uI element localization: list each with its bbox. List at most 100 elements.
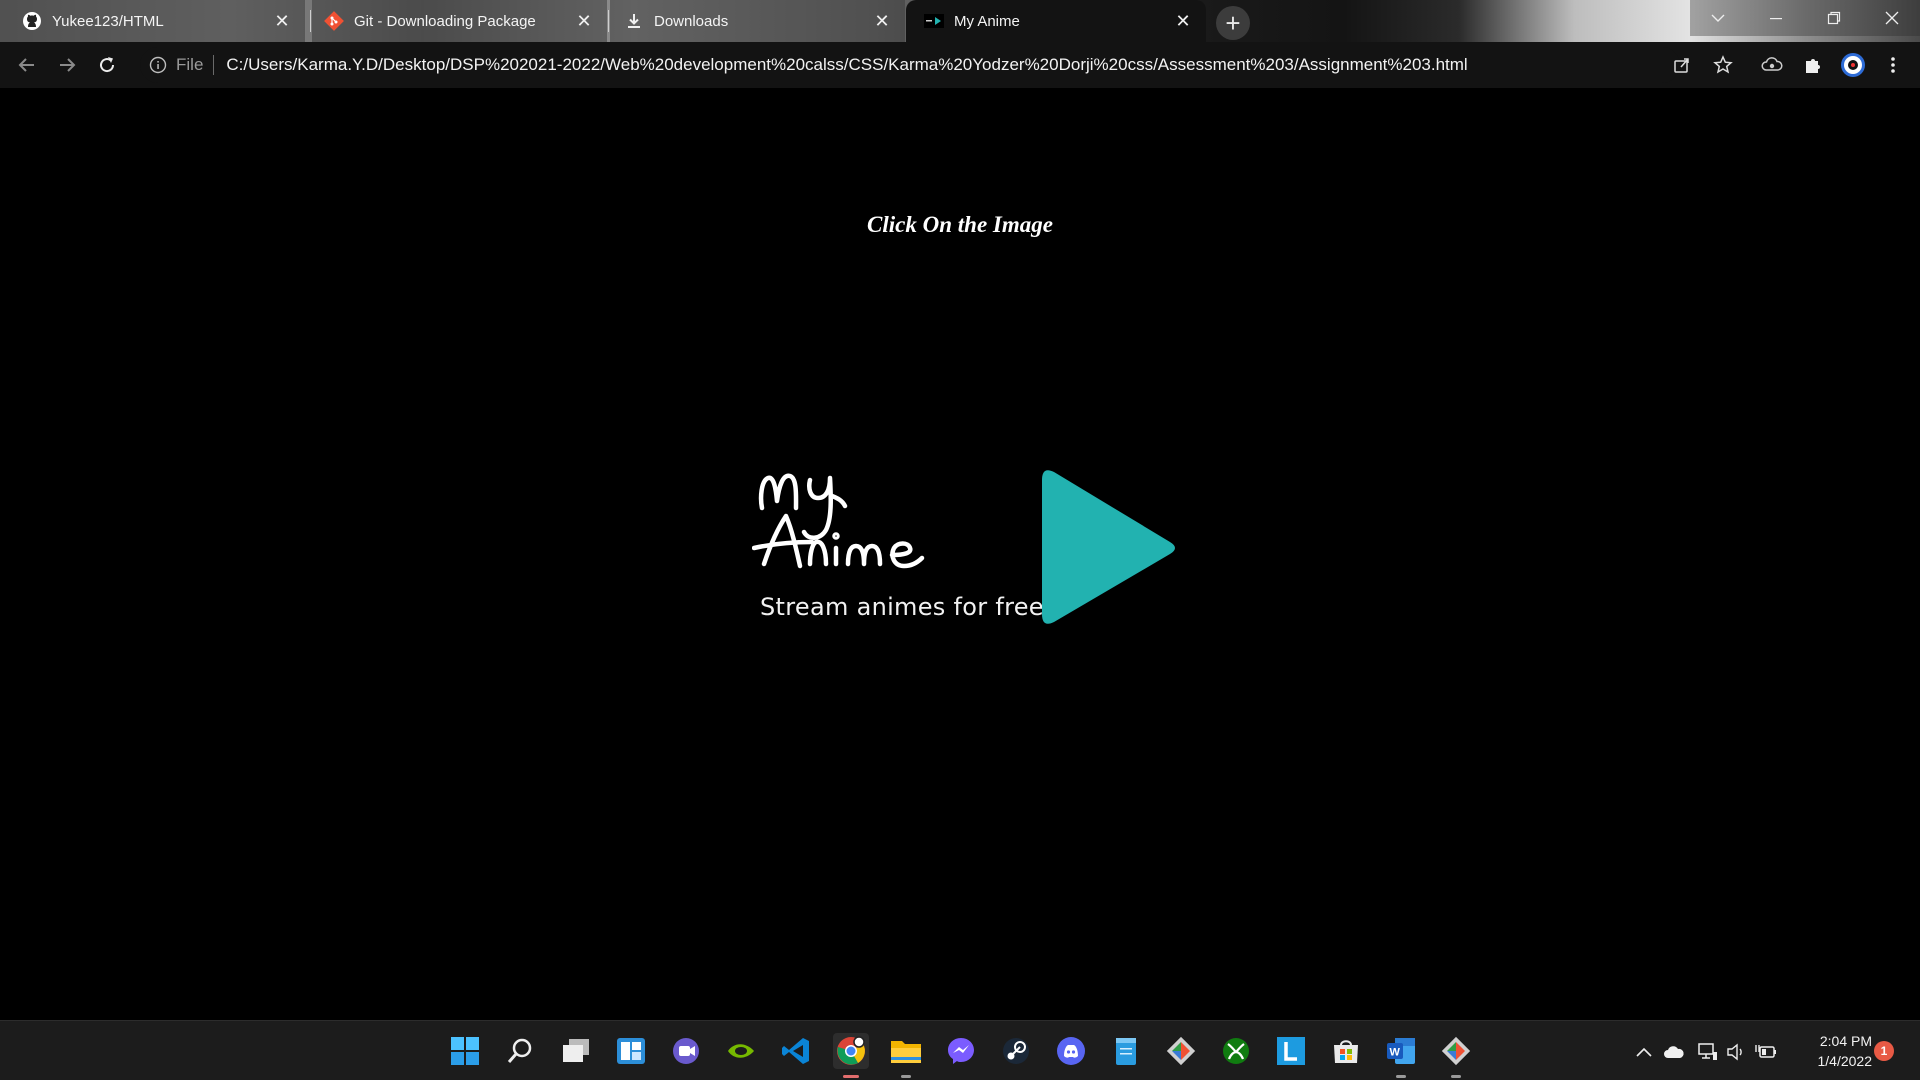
close-window-button[interactable]	[1864, 0, 1920, 36]
back-icon	[18, 58, 34, 72]
chrome-button[interactable]	[833, 1033, 869, 1078]
scheme-divider	[213, 55, 215, 75]
xbox-button[interactable]	[1218, 1033, 1254, 1069]
tab-my-anime[interactable]: My Anime ✕	[906, 0, 1206, 42]
close-icon[interactable]: ✕	[271, 10, 293, 32]
speaker-icon	[1727, 1043, 1742, 1061]
scheme-label: File	[176, 55, 204, 74]
reload-icon	[100, 57, 115, 73]
close-icon[interactable]: ✕	[871, 10, 893, 32]
task-view-icon	[563, 1039, 589, 1062]
tab-title: Downloads	[654, 12, 729, 30]
menu-icon	[1891, 57, 1895, 73]
widgets-button[interactable]	[613, 1033, 649, 1069]
volume-button[interactable]	[1725, 1041, 1747, 1063]
store-button[interactable]	[1328, 1033, 1364, 1069]
tab-git-download[interactable]: Git - Downloading Package ✕	[312, 0, 607, 42]
profile-icon	[1841, 53, 1865, 77]
restore-button[interactable]	[1806, 0, 1862, 36]
tab-strip: Yukee123/HTML ✕ Git - Downloading Packag…	[0, 0, 1920, 42]
page-favicon-icon	[924, 11, 944, 31]
close-window-icon	[1885, 11, 1899, 25]
l-app-button[interactable]	[1273, 1033, 1309, 1069]
tab-title: Git - Downloading Package	[354, 12, 536, 30]
puzzle-icon	[1806, 59, 1820, 73]
url-text[interactable]: C:/Users/Karma.Y.D/Desktop/DSP%202021-20…	[226, 55, 1467, 75]
close-icon[interactable]: ✕	[573, 10, 595, 32]
tab-github[interactable]: Yukee123/HTML ✕	[0, 0, 305, 42]
steam-icon	[1003, 1038, 1029, 1064]
back-button[interactable]	[12, 50, 42, 80]
word-button[interactable]: W	[1383, 1033, 1419, 1078]
onedrive-cloud-icon	[1664, 1046, 1684, 1058]
onedrive-button[interactable]	[1663, 1041, 1685, 1063]
tab-downloads[interactable]: Downloads ✕	[610, 0, 905, 42]
notification-badge[interactable]: 1	[1874, 1041, 1894, 1061]
star-icon	[1713, 55, 1733, 74]
browser-menu-button[interactable]	[1878, 50, 1908, 80]
new-tab-button[interactable]: +	[1216, 6, 1250, 40]
tab-title: Yukee123/HTML	[52, 12, 164, 30]
file-explorer-button[interactable]	[888, 1033, 924, 1078]
extensions-button[interactable]	[1798, 50, 1828, 80]
logo-tagline: Stream animes for free	[760, 593, 1044, 621]
search-icon	[507, 1038, 532, 1063]
taskbar-search-button[interactable]	[502, 1033, 538, 1069]
my-anime-logo-lettering	[752, 473, 925, 569]
profile-button[interactable]	[1838, 50, 1868, 80]
git-gui-button[interactable]	[1438, 1033, 1474, 1078]
vscode-button[interactable]	[778, 1033, 814, 1069]
task-view-button[interactable]	[558, 1033, 594, 1069]
store-icon	[1334, 1040, 1358, 1063]
page-viewport: Click On the Image Stream animes for fre…	[0, 88, 1920, 1020]
steam-button[interactable]	[998, 1033, 1034, 1069]
network-icon	[1698, 1043, 1717, 1060]
nvidia-button[interactable]	[723, 1033, 759, 1069]
show-hidden-icons-button[interactable]	[1633, 1041, 1655, 1063]
network-button[interactable]	[1697, 1041, 1719, 1063]
info-icon[interactable]	[148, 55, 168, 75]
bookmark-star-button[interactable]	[1708, 50, 1738, 80]
discord-icon	[1057, 1037, 1085, 1065]
running-indicator	[1396, 1075, 1406, 1078]
tab-divider	[608, 10, 609, 32]
clock[interactable]: 2:04 PM 1/4/2022	[1790, 1031, 1873, 1071]
browser-toolbar: File C:/Users/Karma.Y.D/Desktop/DSP%2020…	[0, 42, 1920, 130]
clock-date: 1/4/2022	[1817, 1053, 1873, 1069]
my-anime-logo-link[interactable]: Stream animes for free	[752, 456, 1182, 656]
git-icon	[324, 11, 344, 31]
xbox-icon	[1223, 1038, 1249, 1064]
window-controls	[1690, 0, 1920, 36]
tab-search-button[interactable]	[1690, 0, 1746, 36]
widgets-icon	[617, 1038, 645, 1064]
tab-divider	[310, 10, 311, 32]
tab-title: My Anime	[954, 12, 1020, 30]
chevron-down-icon	[1711, 14, 1725, 22]
restore-icon	[1827, 11, 1841, 25]
teams-chat-button[interactable]	[668, 1033, 704, 1069]
running-indicator	[901, 1075, 911, 1078]
vscode-icon	[782, 1038, 809, 1064]
discord-button[interactable]	[1053, 1033, 1089, 1069]
extension-cloud-button[interactable]	[1757, 50, 1787, 80]
close-icon[interactable]: ✕	[1172, 10, 1194, 32]
download-icon	[624, 11, 644, 31]
git-button[interactable]	[1163, 1033, 1199, 1069]
plus-icon: +	[1225, 8, 1241, 38]
l-app-icon	[1277, 1037, 1305, 1065]
windows-start-icon	[451, 1037, 479, 1065]
start-button[interactable]	[447, 1033, 483, 1069]
share-button[interactable]	[1667, 50, 1697, 80]
reload-button[interactable]	[92, 50, 122, 80]
forward-button[interactable]	[52, 50, 82, 80]
battery-button[interactable]	[1755, 1041, 1777, 1063]
minimize-button[interactable]	[1748, 0, 1804, 36]
play-icon	[1042, 470, 1175, 624]
address-bar[interactable]: File C:/Users/Karma.Y.D/Desktop/DSP%2020…	[140, 47, 1680, 83]
battery-icon	[1755, 1045, 1776, 1058]
messenger-button[interactable]	[943, 1033, 979, 1069]
windows-taskbar: W 2:04 PM 1/4/2022 1	[0, 1020, 1920, 1080]
notepad-button[interactable]	[1108, 1033, 1144, 1069]
running-indicator	[843, 1075, 859, 1078]
teams-chat-icon	[673, 1038, 699, 1064]
